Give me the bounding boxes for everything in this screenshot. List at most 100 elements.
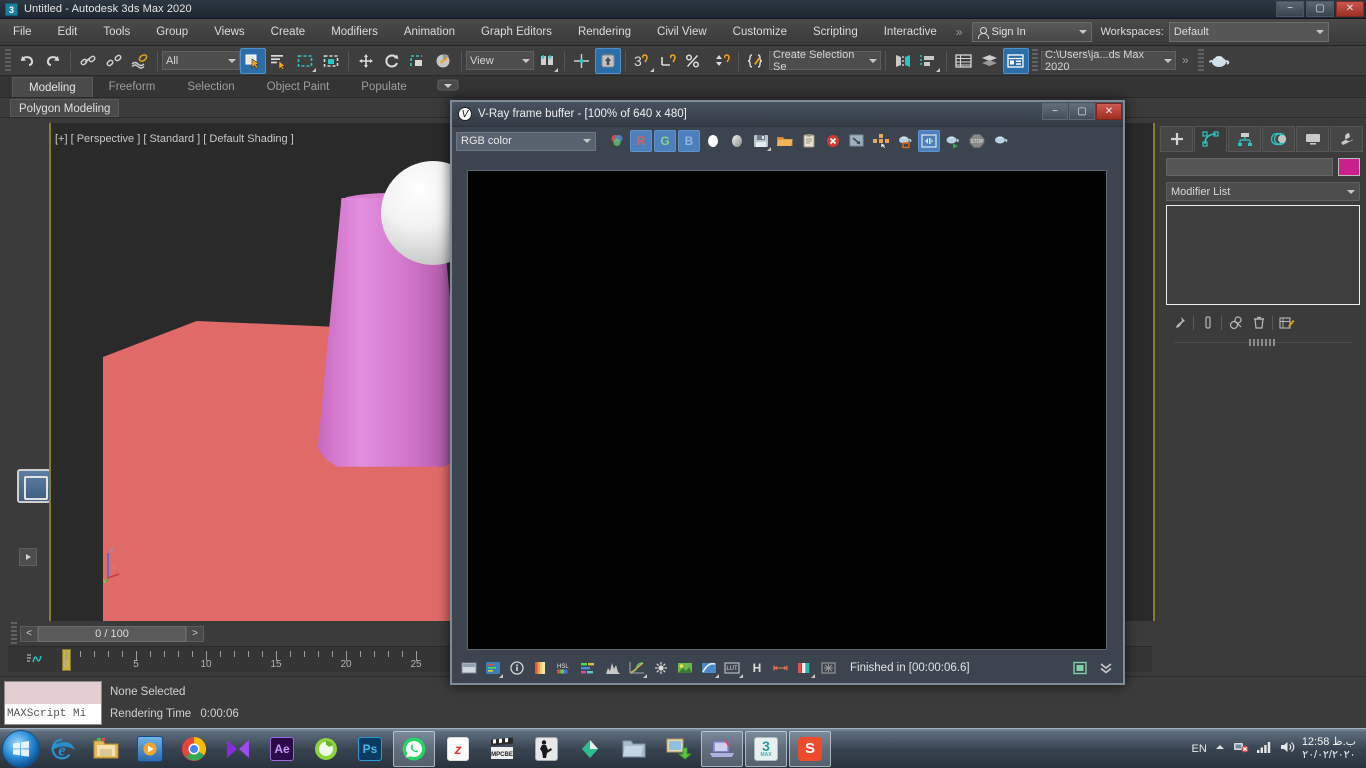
tab-freeform[interactable]: Freeform	[93, 77, 172, 97]
motion-tab[interactable]	[1262, 126, 1295, 152]
ocio-icon[interactable]	[770, 657, 792, 679]
menu-interactive[interactable]: Interactive	[871, 19, 950, 46]
align-button[interactable]	[916, 48, 942, 74]
vfb-minimize-button[interactable]: −	[1042, 103, 1068, 120]
redo-button[interactable]	[40, 48, 66, 74]
switch-buffers-icon[interactable]	[918, 130, 940, 152]
time-slider-grip[interactable]	[11, 622, 17, 646]
taskbar-utorrent[interactable]	[305, 731, 347, 767]
snaps-toggle-button[interactable]: 3	[630, 48, 656, 74]
pixel-info-icon[interactable]	[506, 657, 528, 679]
menu-scripting[interactable]: Scripting	[800, 19, 871, 46]
menu-overflow-icon[interactable]: »	[950, 19, 969, 46]
maxscript-input-pane[interactable]: MAXScript Mi	[5, 704, 101, 724]
toolbar-overflow-icon[interactable]: »	[1176, 47, 1195, 74]
taskbar-premiere[interactable]	[217, 731, 259, 767]
viewport-expand-button[interactable]	[19, 548, 37, 566]
project-folder-select[interactable]: C:\Users\ja...ds Max 2020	[1041, 49, 1176, 73]
menu-customize[interactable]: Customize	[720, 19, 800, 46]
menu-views[interactable]: Views	[201, 19, 257, 46]
brightness-icon[interactable]	[1069, 657, 1091, 679]
reference-coordinate-select[interactable]: View	[466, 51, 534, 70]
hsl-icon[interactable]: HSL	[554, 657, 576, 679]
taskbar-file-explorer[interactable]	[85, 731, 127, 767]
load-image-icon[interactable]	[774, 130, 796, 152]
undo-button[interactable]	[14, 48, 40, 74]
toolbar-grip[interactable]	[5, 48, 11, 73]
monochrome-button[interactable]	[726, 130, 748, 152]
taskbar-chrome[interactable]	[173, 731, 215, 767]
tab-object-paint[interactable]: Object Paint	[251, 77, 346, 97]
close-button[interactable]: ✕	[1336, 1, 1364, 17]
object-color-swatch[interactable]	[1338, 158, 1360, 176]
red-channel-button[interactable]: R	[630, 130, 652, 152]
selection-filter-select[interactable]: All	[162, 51, 240, 70]
mirror-button[interactable]	[890, 48, 916, 74]
render-icon[interactable]	[990, 130, 1012, 152]
select-and-manipulate-button[interactable]	[595, 47, 621, 74]
show-hidden-icons-button[interactable]	[1214, 742, 1226, 755]
icc-icon[interactable]: H	[746, 657, 768, 679]
angle-snap-toggle-button[interactable]	[656, 48, 682, 74]
menu-create[interactable]: Create	[258, 19, 319, 46]
vfb-close-button[interactable]: ✕	[1096, 103, 1122, 120]
stamp-icon[interactable]	[818, 657, 840, 679]
select-and-place-button[interactable]	[431, 48, 457, 74]
select-and-scale-button[interactable]	[405, 48, 431, 74]
green-channel-button[interactable]: G	[654, 130, 676, 152]
ribbon-dropdown-button[interactable]	[437, 79, 459, 94]
taskbar-folder-app[interactable]	[613, 731, 655, 767]
render-last-icon[interactable]	[942, 130, 964, 152]
remove-modifier-icon[interactable]	[1249, 313, 1268, 332]
stop-render-icon[interactable]: STOP	[966, 130, 988, 152]
rectangular-selection-region-button[interactable]	[292, 48, 318, 74]
hierarchy-tab[interactable]	[1228, 126, 1261, 152]
percent-snap-toggle-button[interactable]	[682, 48, 708, 74]
menu-file[interactable]: File	[0, 19, 45, 46]
blue-channel-button[interactable]: B	[678, 130, 700, 152]
track-mouse-icon[interactable]	[870, 130, 892, 152]
curve-icon[interactable]	[626, 657, 648, 679]
taskbar-mpcbe[interactable]: MPCBE	[481, 731, 523, 767]
display-tab[interactable]	[1296, 126, 1329, 152]
show-alpha-icon[interactable]	[458, 657, 480, 679]
current-frame-display[interactable]: 0 / 100	[38, 626, 186, 642]
bind-to-space-warp-button[interactable]	[127, 48, 153, 74]
menu-modifiers[interactable]: Modifiers	[318, 19, 391, 46]
chevron-double-down-icon[interactable]	[1095, 657, 1117, 679]
taskbar-media-player[interactable]	[129, 731, 171, 767]
unlink-selection-button[interactable]	[101, 48, 127, 74]
color-balance-icon[interactable]	[578, 657, 600, 679]
configure-modifier-sets-icon[interactable]	[1277, 313, 1296, 332]
show-end-result-icon[interactable]	[1198, 313, 1217, 332]
taskbar-3dsmax[interactable]: 3 MAX	[745, 730, 787, 767]
select-and-link-button[interactable]	[75, 48, 101, 74]
signal-icon[interactable]	[1256, 740, 1272, 757]
menu-rendering[interactable]: Rendering	[565, 19, 644, 46]
material-editor-button[interactable]	[1207, 48, 1233, 74]
tab-populate[interactable]: Populate	[345, 77, 422, 97]
viewport-label[interactable]: [+] [ Perspective ] [ Standard ] [ Defau…	[55, 133, 294, 145]
taskbar-photoshop[interactable]: Ps	[349, 731, 391, 767]
white-balance-icon[interactable]	[650, 657, 672, 679]
panel-resize-handle[interactable]	[1174, 339, 1352, 346]
modifier-stack-list[interactable]	[1166, 205, 1360, 305]
background-icon[interactable]	[794, 657, 816, 679]
minimize-button[interactable]: −	[1276, 1, 1304, 17]
spinner-snap-toggle-button[interactable]	[708, 48, 734, 74]
prev-frame-button[interactable]: <	[20, 626, 38, 642]
levels-icon[interactable]	[602, 657, 624, 679]
menu-tools[interactable]: Tools	[90, 19, 143, 46]
named-selection-sets-input[interactable]: Create Selection Se	[769, 49, 881, 73]
window-crossing-toggle-button[interactable]	[318, 48, 344, 74]
taskbar-diamond-app[interactable]	[569, 731, 611, 767]
utilities-tab[interactable]	[1330, 126, 1363, 152]
clipboard-icon[interactable]	[798, 130, 820, 152]
network-icon[interactable]	[1233, 740, 1249, 757]
select-object-button[interactable]	[240, 47, 266, 74]
maxscript-output-pane[interactable]	[5, 682, 101, 704]
toolbar-grip[interactable]	[1032, 48, 1038, 73]
vray-frame-buffer-window[interactable]: V V-Ray frame buffer - [100% of 640 x 48…	[450, 100, 1125, 685]
create-tab[interactable]	[1160, 126, 1193, 152]
track-bar-curve-icon[interactable]	[26, 652, 46, 669]
